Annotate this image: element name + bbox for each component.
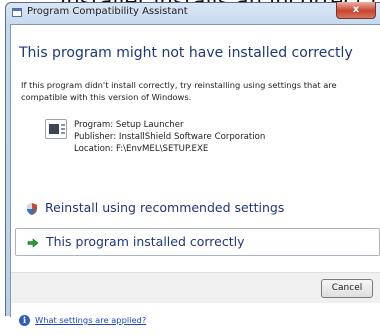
reinstall-option-label: Reinstall using recommended settings [45, 200, 285, 215]
arrow-icon [27, 238, 39, 248]
setup-program-icon [45, 119, 67, 139]
button-area: Cancel [11, 272, 380, 303]
title-bar[interactable]: Program Compatibility Assistant x [6, 2, 380, 23]
dialog-heading: This program might not have installed co… [19, 45, 353, 61]
dialog-content: This program might not have installed co… [10, 24, 380, 326]
info-icon: i [19, 315, 30, 326]
settings-applied-link[interactable]: What settings are applied? [35, 315, 146, 325]
program-details: Program: Setup Launcher Publisher: Insta… [74, 119, 265, 155]
close-button[interactable]: x [336, 2, 376, 19]
program-name: Program: Setup Launcher [74, 120, 184, 130]
program-publisher: Publisher: InstallShield Software Corpor… [74, 132, 266, 142]
program-compatibility-dialog: Program Compatibility Assistant x This p… [5, 2, 380, 326]
footer: i What settings are applied? [11, 304, 380, 334]
window-app-icon [12, 8, 22, 17]
shield-icon [27, 203, 37, 215]
reinstall-option[interactable]: Reinstall using recommended settings [15, 195, 380, 223]
cancel-button[interactable]: Cancel [321, 279, 373, 298]
installed-correctly-option[interactable]: This program installed correctly [15, 228, 380, 256]
installed-correctly-option-label: This program installed correctly [46, 234, 245, 249]
window-title: Program Compatibility Assistant [27, 6, 188, 17]
program-location: Location: F:\EnvMEL\SETUP.EXE [74, 144, 209, 154]
dialog-description: If this program didn't install correctly… [21, 80, 337, 102]
